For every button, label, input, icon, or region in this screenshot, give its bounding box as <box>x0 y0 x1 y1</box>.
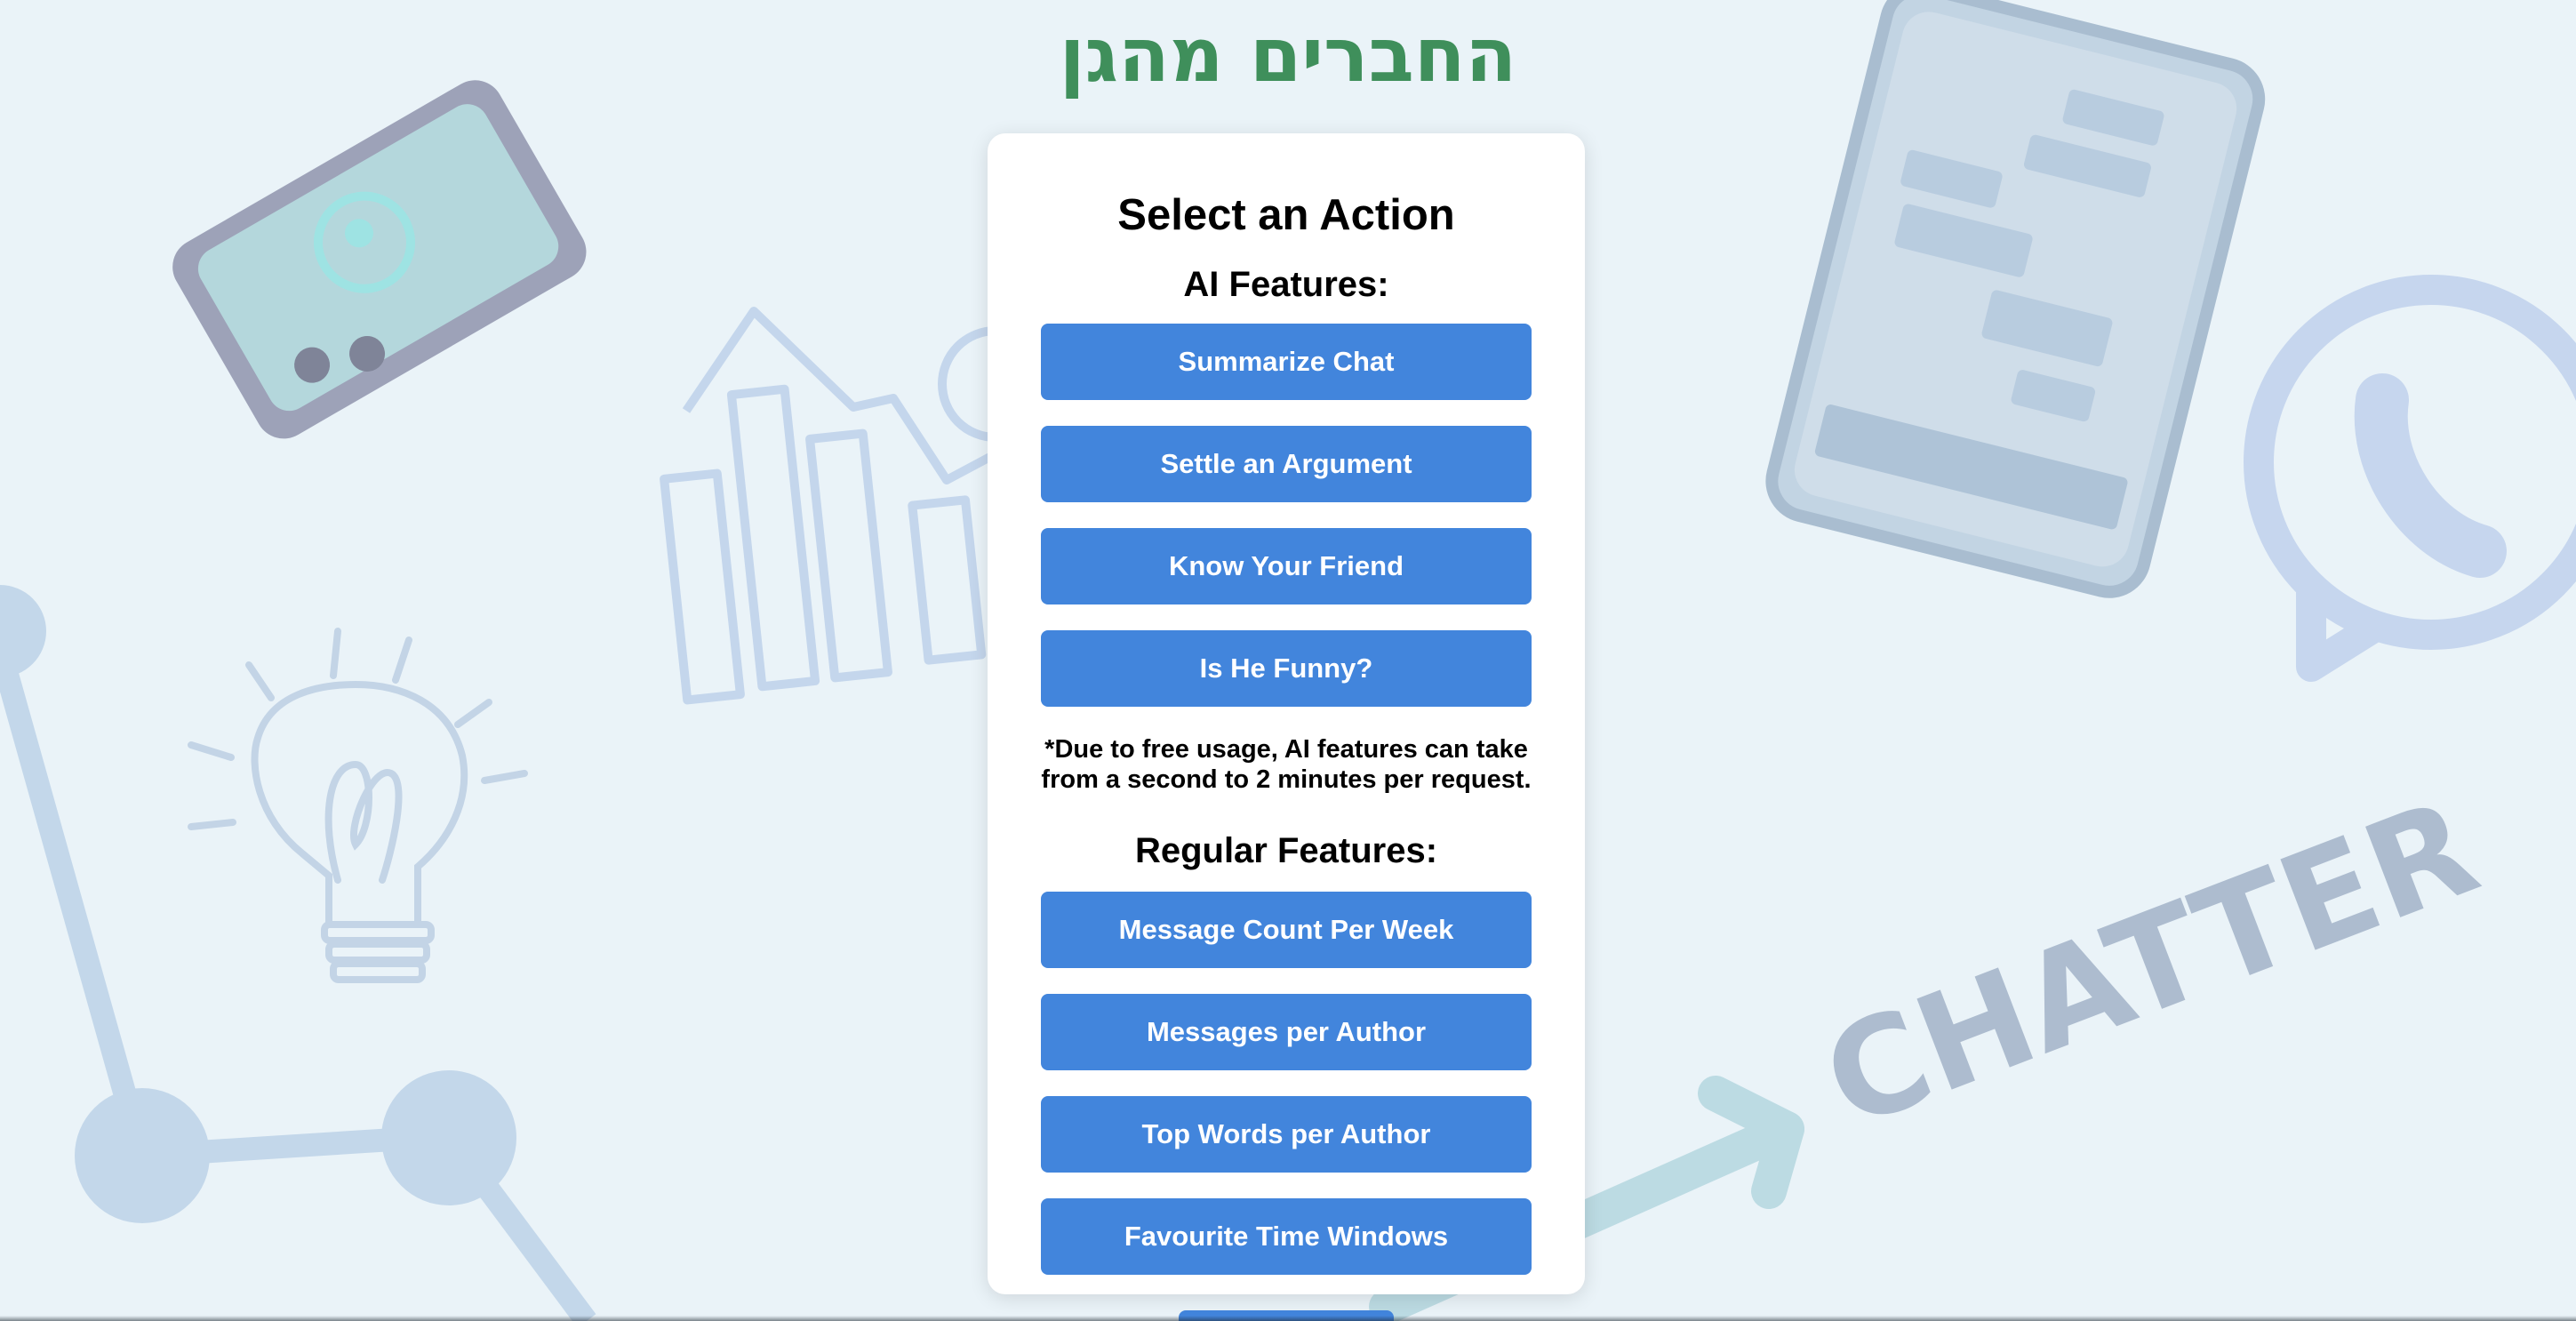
chatter-background-text: CHATTER <box>1805 771 2497 1159</box>
action-card: Select an Action AI Features: Summarize … <box>988 133 1585 1294</box>
card-heading: Select an Action <box>1117 191 1455 239</box>
know-your-friend-button[interactable]: Know Your Friend <box>1041 528 1532 604</box>
ai-features-heading: AI Features: <box>1183 265 1389 304</box>
message-count-per-week-button[interactable]: Message Count Per Week <box>1041 892 1532 968</box>
page-title: החברים מהגן <box>1059 12 1517 99</box>
is-he-funny-button[interactable]: Is He Funny? <box>1041 630 1532 707</box>
phone-device-icon <box>172 80 587 439</box>
messages-per-author-button[interactable]: Messages per Author <box>1041 994 1532 1070</box>
favourite-time-windows-button[interactable]: Favourite Time Windows <box>1041 1198 1532 1275</box>
summarize-chat-button[interactable]: Summarize Chat <box>1041 324 1532 400</box>
settle-argument-button[interactable]: Settle an Argument <box>1041 426 1532 502</box>
whatsapp-icon <box>2244 275 2576 682</box>
bottom-edge-shadow <box>0 1316 2576 1321</box>
lightbulb-icon <box>188 628 528 983</box>
top-words-per-author-button[interactable]: Top Words per Author <box>1041 1096 1532 1173</box>
ai-usage-note: *Due to free usage, AI features can take… <box>1041 735 1532 794</box>
regular-features-heading: Regular Features: <box>1134 831 1438 870</box>
